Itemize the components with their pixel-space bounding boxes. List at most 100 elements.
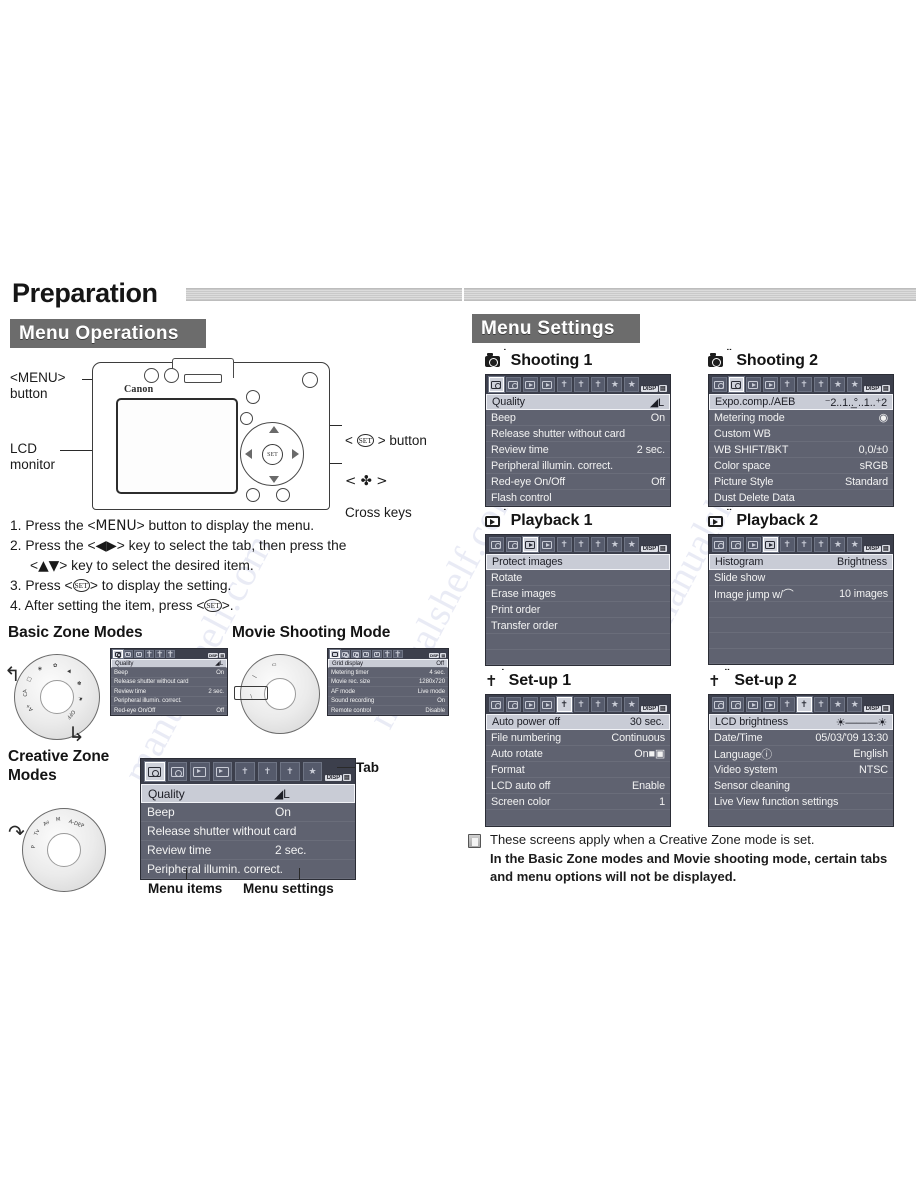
menu-row[interactable]: Transfer order — [486, 618, 670, 634]
menu-tab-6[interactable]: ✝ — [590, 377, 606, 392]
menu-row[interactable]: Quality ◢L — [141, 784, 355, 803]
menu-tab-7[interactable]: ★ — [607, 537, 623, 552]
menu-tab-1[interactable] — [505, 697, 521, 712]
menu-row[interactable]: Rotate — [486, 570, 670, 586]
menu-tab-6[interactable]: ✝ — [590, 697, 606, 712]
menu-tab-2[interactable] — [745, 537, 761, 552]
menu-row[interactable]: Movie rec. size 1280x720 — [328, 678, 448, 688]
menu-tab-3[interactable] — [762, 697, 778, 712]
menu-tab-2[interactable] — [134, 650, 144, 658]
menu-row[interactable]: Review time 2 sec. — [111, 687, 227, 697]
menu-tab-6[interactable]: ✝ — [813, 697, 829, 712]
menu-tab-1[interactable] — [505, 537, 521, 552]
menu-row[interactable]: AF mode Live mode — [328, 687, 448, 697]
menu-tab-8[interactable]: ★ — [847, 537, 863, 552]
menu-tab-0[interactable] — [330, 650, 340, 658]
menu-row[interactable]: Review time 2 sec. — [141, 841, 355, 860]
menu-tab-0[interactable] — [489, 377, 504, 392]
menu-tab-6[interactable]: ✝ — [813, 537, 829, 552]
menu-tab-2[interactable] — [522, 537, 538, 552]
menu-row[interactable]: Picture Style Standard — [709, 474, 893, 490]
menu-tab-3[interactable] — [762, 377, 778, 392]
menu-tab-1[interactable] — [167, 762, 188, 781]
menu-row[interactable]: Metering timer 4 sec. — [328, 668, 448, 678]
menu-tab-5[interactable]: ✝ — [796, 377, 812, 392]
menu-row[interactable]: Review time 2 sec. — [486, 442, 670, 458]
menu-row[interactable]: Red-eye On/Off Off — [486, 474, 670, 490]
menu-tab-5[interactable]: ✝ — [573, 697, 589, 712]
menu-row[interactable]: Beep On — [111, 668, 227, 678]
menu-tab-7[interactable]: ★ — [830, 697, 846, 712]
menu-row[interactable]: Image jump w/⌒ 10 images — [709, 586, 893, 602]
menu-tab-2[interactable] — [351, 650, 361, 658]
menu-tab-8[interactable]: ★ — [624, 697, 640, 712]
menu-tab-5[interactable]: ✝ — [573, 377, 589, 392]
menu-tab-4[interactable]: ✝ — [556, 537, 572, 552]
menu-tab-0[interactable] — [113, 650, 123, 658]
menu-tab-4[interactable] — [372, 650, 382, 658]
menu-tab-7[interactable]: ★ — [830, 377, 846, 392]
menu-row[interactable]: Print order — [486, 602, 670, 618]
menu-tab-0[interactable] — [489, 697, 504, 712]
mode-dial-creative-zone[interactable]: P Tv Av M A-DEP — [22, 808, 106, 892]
menu-row[interactable]: Quality ◢L — [111, 659, 227, 669]
menu-tab-5[interactable]: ✝ — [165, 649, 175, 658]
menu-tab-1[interactable] — [340, 650, 350, 658]
menu-tab-5[interactable]: ✝ — [257, 762, 278, 781]
menu-row[interactable]: Sound recording On — [328, 697, 448, 706]
menu-tab-4[interactable]: ✝ — [779, 537, 795, 552]
menu-row[interactable]: WB SHIFT/BKT 0,0/±0 — [709, 442, 893, 458]
menu-row[interactable]: LCD auto off Enable — [486, 778, 670, 794]
menu-row[interactable]: Release shutter without card — [486, 426, 670, 442]
menu-tab-7[interactable]: ★ — [607, 377, 623, 392]
menu-row[interactable]: Slide show — [709, 570, 893, 586]
menu-row[interactable]: Sensor cleaning — [709, 778, 893, 794]
menu-tab-4[interactable]: ✝ — [556, 377, 572, 392]
menu-tab-3[interactable] — [539, 537, 555, 552]
menu-row[interactable]: Beep On — [141, 803, 355, 822]
menu-row[interactable]: Peripheral illumin. correct. — [486, 458, 670, 474]
menu-row[interactable]: Screen color 1 — [486, 794, 670, 810]
menu-row[interactable]: Live View function settings — [709, 794, 893, 810]
menu-row[interactable]: Quality ◢L — [486, 394, 670, 410]
menu-tab-3[interactable] — [539, 377, 555, 392]
menu-row[interactable]: Red-eye On/Off Off — [111, 706, 227, 716]
menu-tab-2[interactable] — [190, 762, 210, 781]
menu-row[interactable]: Grid display Off — [328, 659, 448, 669]
menu-tab-4[interactable]: ✝ — [779, 697, 795, 712]
menu-tab-5[interactable]: ✝ — [382, 649, 392, 658]
menu-tab-6[interactable]: ✝ — [393, 649, 403, 658]
menu-row[interactable]: Remote control Disable — [328, 706, 448, 716]
menu-tab-3[interactable] — [361, 650, 371, 658]
menu-row[interactable]: File numbering Continuous — [486, 730, 670, 746]
menu-row[interactable]: Expo.comp./AEB ⁻2..1..̲°..1..⁺2 — [709, 394, 893, 410]
menu-tab-2[interactable] — [522, 377, 538, 392]
menu-tab-5[interactable]: ✝ — [796, 537, 812, 552]
menu-row[interactable]: Date/Time 05/03/'09 13:30 — [709, 730, 893, 746]
menu-row[interactable]: Metering mode ◉ — [709, 410, 893, 426]
menu-tab-7[interactable]: ★ — [830, 537, 846, 552]
menu-tab-4[interactable]: ✝ — [556, 697, 572, 712]
menu-row[interactable]: Peripheral illumin. correct. — [141, 860, 355, 879]
menu-row[interactable]: Format — [486, 762, 670, 778]
menu-tab-1[interactable] — [505, 377, 521, 392]
menu-row[interactable]: Auto power off 30 sec. — [486, 714, 670, 730]
mode-dial-basic-zone[interactable]: A+ CA □ ❀ ✿ ⛰ ✽ ⚑ OFF — [14, 654, 100, 740]
menu-tab-5[interactable]: ✝ — [796, 697, 812, 712]
menu-row[interactable]: Peripheral illumin. correct. — [111, 697, 227, 706]
menu-tab-3[interactable] — [762, 537, 778, 552]
menu-tab-0[interactable] — [712, 377, 727, 392]
menu-tab-3[interactable] — [212, 762, 233, 781]
menu-tab-6[interactable]: ✝ — [590, 537, 606, 552]
menu-tab-7[interactable]: ★ — [302, 762, 323, 781]
menu-row[interactable]: Video system NTSC — [709, 762, 893, 778]
menu-row[interactable]: Dust Delete Data — [709, 490, 893, 506]
menu-tab-2[interactable] — [745, 377, 761, 392]
menu-row[interactable]: Release shutter without card — [141, 822, 355, 841]
menu-tab-1[interactable] — [728, 377, 744, 392]
menu-row[interactable]: LCD brightness ☀———☀ — [709, 714, 893, 730]
menu-tab-5[interactable]: ✝ — [573, 537, 589, 552]
menu-tab-4[interactable]: ✝ — [155, 649, 165, 658]
menu-tab-1[interactable] — [728, 697, 744, 712]
menu-tab-0[interactable] — [712, 537, 727, 552]
